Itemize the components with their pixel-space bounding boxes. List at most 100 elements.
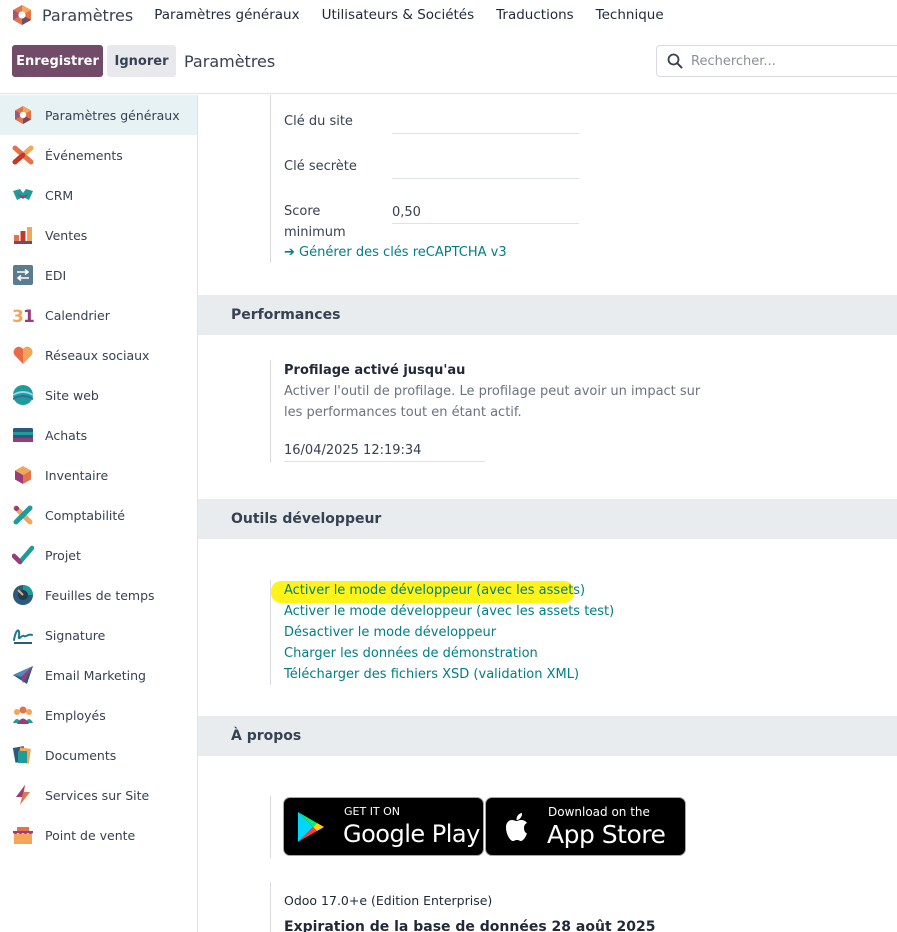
google-play-small-text: GET IT ON xyxy=(344,805,401,818)
sidebar-item-label: Inventaire xyxy=(45,467,109,483)
social-icon xyxy=(13,346,33,364)
settings-sidebar: Paramètres généraux Événements CRM Vente… xyxy=(0,95,198,932)
edi-icon xyxy=(13,265,33,285)
page-title: Paramètres xyxy=(184,52,276,71)
odoo-settings-logo-icon[interactable] xyxy=(11,4,33,26)
sidebar-item-crm[interactable]: CRM xyxy=(0,175,197,215)
min-score-label-line2: minimum xyxy=(284,225,346,240)
sidebar-item-label: Réseaux sociaux xyxy=(45,347,150,363)
documents-icon xyxy=(12,746,31,764)
google-play-icon xyxy=(298,812,324,842)
generate-recaptcha-link[interactable]: ➔ Générer des clés reCAPTCHA v3 xyxy=(284,245,507,260)
google-play-badge[interactable]: GET IT ON Google Play xyxy=(283,797,484,856)
discard-button[interactable]: Ignorer xyxy=(107,45,176,77)
sidebar-item-label: Comptabilité xyxy=(45,507,125,523)
setting-divider xyxy=(270,360,271,463)
sidebar-item-label: Achats xyxy=(45,427,88,443)
sidebar-item-employees[interactable]: Employés xyxy=(0,695,197,735)
secret-key-label: Clé secrète xyxy=(284,159,357,174)
sidebar-item-label: Email Marketing xyxy=(45,667,146,683)
sidebar-item-field-service[interactable]: Services sur Site xyxy=(0,775,197,815)
sidebar-item-label: Calendrier xyxy=(45,307,110,323)
sidebar-item-inventory[interactable]: Inventaire xyxy=(0,455,197,495)
sidebar-item-website[interactable]: Site web xyxy=(0,375,197,415)
site-key-label: Clé du site xyxy=(284,114,353,129)
events-icon xyxy=(12,145,34,165)
timesheet-icon xyxy=(13,585,33,605)
email-marketing-icon xyxy=(13,666,33,684)
sidebar-item-accounting[interactable]: Comptabilité xyxy=(0,495,197,535)
sidebar-item-sign[interactable]: Signature xyxy=(0,615,197,655)
database-expiration: Expiration de la base de données 28 août… xyxy=(284,919,656,932)
profiling-title: Profilage activé jusqu'au xyxy=(284,363,466,378)
sidebar-item-label: EDI xyxy=(45,267,67,283)
menu-users-companies[interactable]: Utilisateurs & Sociétés xyxy=(322,7,475,23)
sidebar-item-label: Site web xyxy=(45,387,99,403)
pos-icon xyxy=(13,827,33,844)
setting-divider xyxy=(270,95,271,263)
min-score-underline xyxy=(392,223,579,224)
app-store-small-text: Download on the xyxy=(548,805,650,819)
save-button[interactable]: Enregistrer xyxy=(12,45,103,77)
profiling-date-input[interactable]: 16/04/2025 12:19:34 xyxy=(284,443,421,458)
sidebar-item-sales[interactable]: Ventes xyxy=(0,215,197,255)
apple-icon xyxy=(506,813,527,841)
activate-dev-mode-assets-link[interactable]: Activer le mode développeur (avec les as… xyxy=(284,580,614,601)
odoo-settings-icon xyxy=(15,106,31,124)
download-xsd-link[interactable]: Télécharger des fichiers XSD (validation… xyxy=(284,664,614,685)
sidebar-item-purchase[interactable]: Achats xyxy=(0,415,197,455)
sidebar-item-documents[interactable]: Documents xyxy=(0,735,197,775)
sidebar-item-label: CRM xyxy=(45,187,74,203)
website-icon xyxy=(13,385,33,405)
secret-key-input[interactable] xyxy=(392,178,579,179)
arrow-right-icon: ➔ xyxy=(284,245,295,260)
purchase-icon xyxy=(13,428,33,442)
sidebar-item-general-settings[interactable]: Paramètres généraux xyxy=(0,95,197,135)
app-store-big-text: App Store xyxy=(547,820,666,849)
calendar-icon: 3 1 xyxy=(12,307,34,326)
menu-general-settings[interactable]: Paramètres généraux xyxy=(154,7,299,23)
min-score-input[interactable]: 0,50 xyxy=(392,205,421,220)
app-store-badge[interactable]: Download on the App Store xyxy=(485,797,686,856)
section-header-performances: Performances xyxy=(198,295,897,335)
developer-links: Activer le mode développeur (avec les as… xyxy=(284,580,614,685)
field-service-icon xyxy=(16,785,30,805)
deactivate-dev-mode-link[interactable]: Désactiver le mode développeur xyxy=(284,622,614,643)
sidebar-item-social[interactable]: Réseaux sociaux xyxy=(0,335,197,375)
control-panel: Enregistrer Ignorer Paramètres xyxy=(0,38,897,94)
sidebar-item-label: Documents xyxy=(45,747,117,763)
search-input[interactable] xyxy=(691,53,891,69)
sign-icon xyxy=(13,629,33,644)
sidebar-item-label: Ventes xyxy=(45,227,88,243)
profiling-date-underline xyxy=(284,461,485,462)
sidebar-item-email-marketing[interactable]: Email Marketing xyxy=(0,655,197,695)
menu-translations[interactable]: Traductions xyxy=(496,7,574,23)
sidebar-item-label: Événements xyxy=(45,147,123,163)
accounting-icon xyxy=(13,505,33,525)
settings-content: Clé du site Clé secrète Score minimum 0,… xyxy=(198,95,897,932)
activate-dev-mode-tests-link[interactable]: Activer le mode développeur (avec les as… xyxy=(284,601,614,622)
sidebar-item-edi[interactable]: EDI xyxy=(0,255,197,295)
load-demo-data-link[interactable]: Charger les données de démonstration xyxy=(284,643,614,664)
site-key-input[interactable] xyxy=(392,133,579,134)
generate-recaptcha-link-text: Générer des clés reCAPTCHA v3 xyxy=(299,245,507,260)
sidebar-item-calendar[interactable]: 3 1 Calendrier xyxy=(0,295,197,335)
search-box[interactable] xyxy=(656,45,897,77)
employees-icon xyxy=(13,706,33,724)
sidebar-item-label: Feuilles de temps xyxy=(45,587,155,603)
sidebar-item-timesheets[interactable]: Feuilles de temps xyxy=(0,575,197,615)
sidebar-item-label: Paramètres généraux xyxy=(45,107,180,123)
sidebar-item-project[interactable]: Projet xyxy=(0,535,197,575)
project-icon xyxy=(12,545,34,565)
inventory-icon xyxy=(15,466,31,484)
crm-icon xyxy=(13,189,33,200)
sidebar-item-events[interactable]: Événements xyxy=(0,135,197,175)
app-brand[interactable]: Paramètres xyxy=(42,6,133,25)
sidebar-item-label: Services sur Site xyxy=(45,787,150,803)
svg-text:1: 1 xyxy=(23,307,34,326)
section-header-about: À propos xyxy=(198,716,897,756)
sidebar-item-label: Employés xyxy=(45,707,106,723)
sidebar-item-pos[interactable]: Point de vente xyxy=(0,815,197,855)
min-score-label-line1: Score xyxy=(284,204,321,219)
menu-technical[interactable]: Technique xyxy=(596,7,664,23)
